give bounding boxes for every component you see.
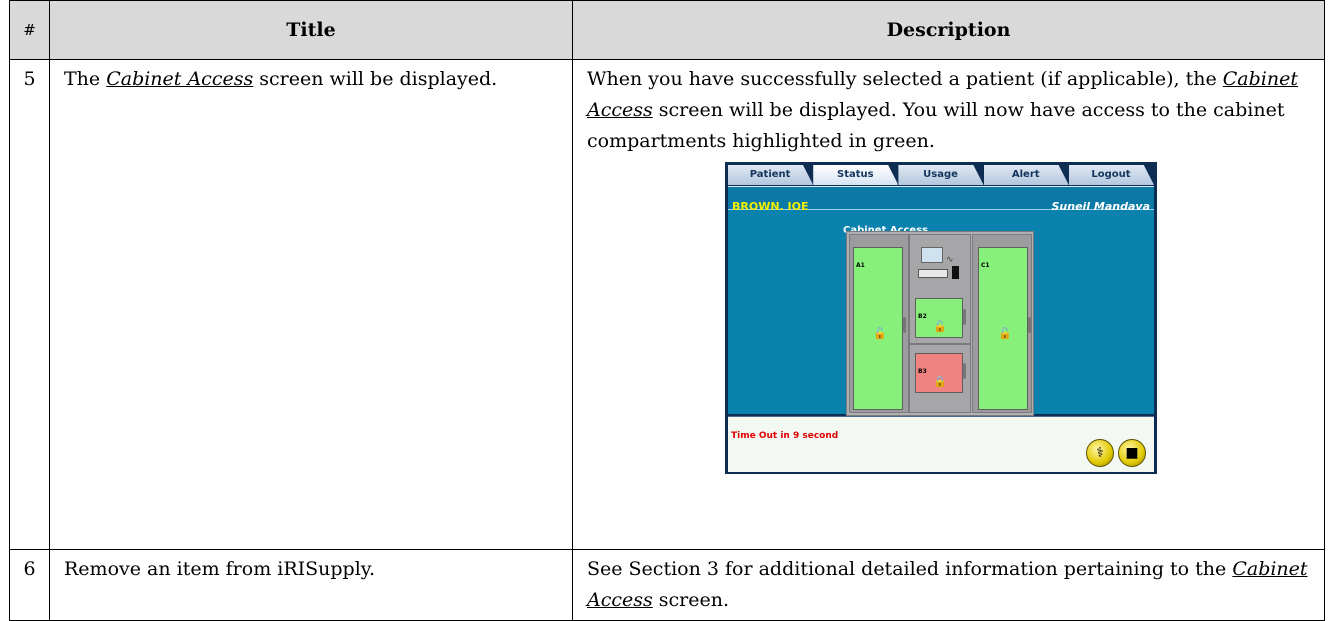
description-text-part: screen will be displayed. You will now h…: [587, 99, 1285, 152]
unlocked-icon: 🔓: [998, 327, 1012, 340]
exit-button[interactable]: ■: [1118, 439, 1146, 467]
doctor-icon: ⚕: [1096, 445, 1104, 461]
row-number: 5: [9, 59, 50, 550]
unlocked-icon: 🔓: [873, 327, 887, 340]
door-b3[interactable]: B3 🔒: [915, 353, 963, 393]
scanner-icon: [952, 266, 959, 279]
cabinet: A1 🔓 ∿ B2 🔓 B3 🔒 C1 🔓: [846, 231, 1034, 416]
table-row: 6 Remove an item from iRISupply. See Sec…: [9, 549, 1325, 621]
patient-bar: BROWN, JOE Suneil Mandava: [728, 186, 1154, 213]
table-row: 5 The Cabinet Access screen will be disp…: [9, 59, 1325, 550]
door-c1[interactable]: C1 🔓: [978, 247, 1028, 410]
cabinet-access-link[interactable]: Cabinet Access: [106, 68, 253, 90]
row-number: 6: [9, 549, 50, 621]
tab-status[interactable]: Status: [813, 165, 899, 185]
tab-alert[interactable]: Alert: [983, 165, 1069, 185]
status-pane: Time Out in 9 second ⚕ ■: [728, 416, 1154, 472]
tab-patient[interactable]: Patient: [728, 165, 814, 185]
procedure-table: # Title Description 5 The Cabinet Access…: [9, 0, 1325, 621]
row-description: When you have successfully selected a pa…: [572, 59, 1325, 550]
column-b: ∿ B2 🔓 B3 🔒: [909, 234, 971, 413]
timeout-text: Time Out in 9 second: [731, 431, 839, 441]
door-handle: [963, 309, 966, 325]
tab-logout[interactable]: Logout: [1068, 165, 1155, 185]
door-label: B2: [918, 313, 927, 320]
row-title: The Cabinet Access screen will be displa…: [49, 59, 573, 550]
door-label: B3: [918, 368, 927, 375]
locked-icon: 🔒: [933, 375, 947, 388]
header-row: # Title Description: [9, 0, 1325, 60]
column-a: A1 🔓: [849, 234, 909, 413]
unlocked-icon: 🔓: [933, 320, 947, 333]
divider: [910, 343, 970, 345]
header-title: Title: [49, 0, 573, 60]
row-description: See Section 3 for additional detailed in…: [572, 549, 1325, 621]
tab-usage[interactable]: Usage: [898, 165, 984, 185]
door-label: A1: [856, 262, 865, 269]
title-text: The: [64, 68, 107, 90]
door-handle: [963, 363, 966, 379]
row-title: Remove an item from iRISupply.: [49, 549, 573, 621]
cabinet-access-screenshot: Patient Status Usage Alert Logout BROWN,…: [725, 162, 1157, 474]
door-b2[interactable]: B2 🔓: [915, 298, 963, 338]
door-handle: [1028, 317, 1031, 333]
description-text-part: When you have successfully selected a pa…: [587, 68, 1223, 90]
monitor-icon: [921, 247, 943, 263]
door-label: C1: [981, 262, 990, 269]
header-description: Description: [572, 0, 1325, 60]
column-c: C1 🔓: [972, 234, 1032, 413]
exit-door-icon: ■: [1125, 445, 1139, 461]
title-text: screen will be displayed.: [253, 68, 498, 90]
description-text-part: See Section 3 for additional detailed in…: [587, 558, 1233, 580]
door-handle: [903, 317, 906, 333]
cabinet-pane: Cabinet Access A1 🔓: [728, 210, 1154, 416]
tab-bar: Patient Status Usage Alert Logout: [728, 165, 1155, 185]
header-number: #: [9, 0, 50, 60]
doctor-button[interactable]: ⚕: [1086, 439, 1114, 467]
door-a1[interactable]: A1 🔓: [853, 247, 903, 410]
description-text: When you have successfully selected a pa…: [587, 64, 1314, 157]
card-reader-icon: [918, 269, 948, 278]
